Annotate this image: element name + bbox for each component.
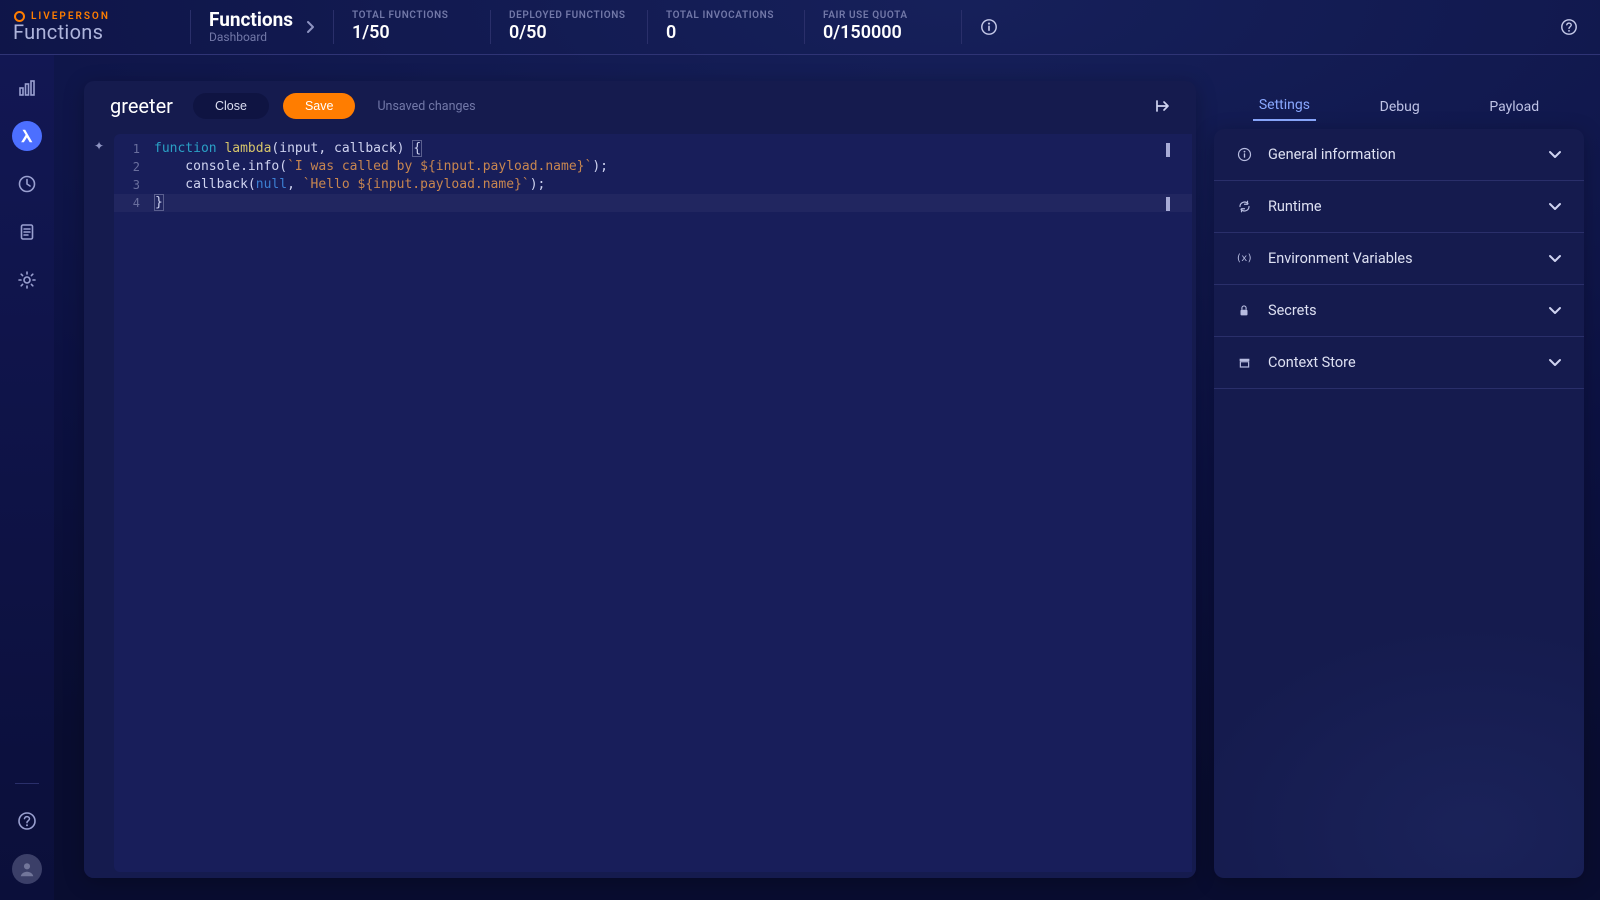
- expand-icon[interactable]: [1150, 93, 1176, 119]
- editor-gutter: ✦: [84, 131, 114, 878]
- code-line: callback(null, `Hello ${input.payload.na…: [154, 176, 545, 194]
- avatar[interactable]: [12, 854, 42, 884]
- code-line: function lambda(input, callback) {: [154, 140, 422, 158]
- stat-label: FAIR USE QUOTA: [823, 10, 943, 23]
- line-number: 1: [114, 140, 154, 158]
- stat-label: DEPLOYED FUNCTIONS: [509, 10, 629, 23]
- section-general-information[interactable]: General information: [1214, 129, 1584, 181]
- line-number: 3: [114, 176, 154, 194]
- info-icon[interactable]: [976, 14, 1002, 40]
- accordion-filler: [1214, 389, 1584, 878]
- refresh-icon: [1236, 199, 1252, 215]
- variable-icon: (x): [1236, 251, 1252, 267]
- header-divider: [490, 10, 491, 44]
- section-context-store[interactable]: Context Store: [1214, 337, 1584, 389]
- editor-status: Unsaved changes: [377, 99, 475, 114]
- code-line: }: [154, 194, 164, 212]
- header-divider: [647, 10, 648, 44]
- store-icon: [1236, 355, 1252, 371]
- sidebar-help[interactable]: [12, 806, 42, 836]
- sidebar-item-functions[interactable]: [12, 121, 42, 151]
- lambda-icon: [18, 127, 36, 145]
- section-label: General information: [1268, 146, 1532, 163]
- brand-logo: LIVEPERSON Functions: [14, 11, 144, 44]
- sidebar-divider: [15, 783, 39, 784]
- gear-icon: [17, 270, 37, 290]
- line-number: 2: [114, 158, 154, 176]
- function-name: greeter: [110, 94, 173, 118]
- stat-value: 1/50: [352, 22, 472, 45]
- document-icon: [17, 222, 37, 242]
- section-runtime[interactable]: Runtime: [1214, 181, 1584, 233]
- code-editor[interactable]: 1 function lambda(input, callback) { 2 c…: [114, 134, 1192, 872]
- header-divider: [804, 10, 805, 44]
- code-line: console.info(`I was called by ${input.pa…: [154, 158, 608, 176]
- editor-panel: greeter Close Save Unsaved changes ✦ 1 f…: [84, 81, 1196, 878]
- stat-deployed-functions: DEPLOYED FUNCTIONS 0/50: [509, 10, 629, 45]
- stat-value: 0/150000: [823, 22, 943, 45]
- section-secrets[interactable]: Secrets: [1214, 285, 1584, 337]
- brand-bottom: Functions: [13, 20, 144, 44]
- app-header: LIVEPERSON Functions Functions Dashboard…: [0, 0, 1600, 55]
- section-label: Environment Variables: [1268, 250, 1532, 267]
- clock-icon: [17, 174, 37, 194]
- info-icon: [1236, 147, 1252, 163]
- stat-fair-use-quota: FAIR USE QUOTA 0/150000: [823, 10, 943, 45]
- section-label: Runtime: [1268, 198, 1532, 215]
- header-divider: [190, 10, 191, 44]
- stat-label: TOTAL FUNCTIONS: [352, 10, 472, 23]
- editor-body[interactable]: ✦ 1 function lambda(input, callback) { 2…: [84, 131, 1196, 878]
- section-environment-variables[interactable]: (x) Environment Variables: [1214, 233, 1584, 285]
- help-icon[interactable]: [1556, 14, 1582, 40]
- side-tabs: Settings Debug Payload: [1214, 81, 1584, 121]
- chevron-down-icon: [1548, 254, 1562, 264]
- tab-settings[interactable]: Settings: [1253, 91, 1316, 121]
- section-label: Context Store: [1268, 354, 1532, 371]
- chevron-down-icon: [1548, 306, 1562, 316]
- stat-value: 0: [666, 22, 786, 45]
- save-button[interactable]: Save: [283, 93, 356, 119]
- user-icon: [18, 860, 36, 878]
- breadcrumb[interactable]: Functions Dashboard: [209, 10, 315, 44]
- help-icon: [17, 811, 37, 831]
- stat-total-functions: TOTAL FUNCTIONS 1/50: [352, 10, 472, 45]
- sidebar-item-schedules[interactable]: [12, 169, 42, 199]
- chevron-down-icon: [1548, 358, 1562, 368]
- sidebar-item-settings[interactable]: [12, 265, 42, 295]
- bar-chart-icon: [17, 78, 37, 98]
- line-number: 4: [114, 194, 154, 212]
- stat-total-invocations: TOTAL INVOCATIONS 0: [666, 10, 786, 45]
- main: greeter Close Save Unsaved changes ✦ 1 f…: [54, 55, 1600, 900]
- lock-icon: [1236, 303, 1252, 319]
- breadcrumb-sub: Dashboard: [209, 31, 293, 44]
- header-divider: [961, 10, 962, 44]
- tab-debug[interactable]: Debug: [1374, 93, 1426, 121]
- sparkle-icon[interactable]: ✦: [94, 139, 104, 153]
- stat-value: 0/50: [509, 22, 629, 45]
- tab-payload[interactable]: Payload: [1483, 93, 1545, 121]
- side-panel: Settings Debug Payload General informati…: [1214, 81, 1584, 878]
- chevron-right-icon: [305, 20, 315, 34]
- sidebar-item-logs[interactable]: [12, 217, 42, 247]
- chevron-down-icon: [1548, 202, 1562, 212]
- section-label: Secrets: [1268, 302, 1532, 319]
- header-divider: [333, 10, 334, 44]
- cursor-marker-icon: [1166, 143, 1170, 157]
- stat-label: TOTAL INVOCATIONS: [666, 10, 786, 23]
- cursor-marker-icon: [1166, 197, 1170, 211]
- breadcrumb-title: Functions: [209, 10, 293, 31]
- sidebar-item-analytics[interactable]: [12, 73, 42, 103]
- sidebar: [0, 55, 54, 900]
- chevron-down-icon: [1548, 150, 1562, 160]
- close-button[interactable]: Close: [193, 93, 269, 119]
- settings-accordion: General information Runtime (x) Environm…: [1214, 129, 1584, 878]
- editor-toolbar: greeter Close Save Unsaved changes: [84, 81, 1196, 131]
